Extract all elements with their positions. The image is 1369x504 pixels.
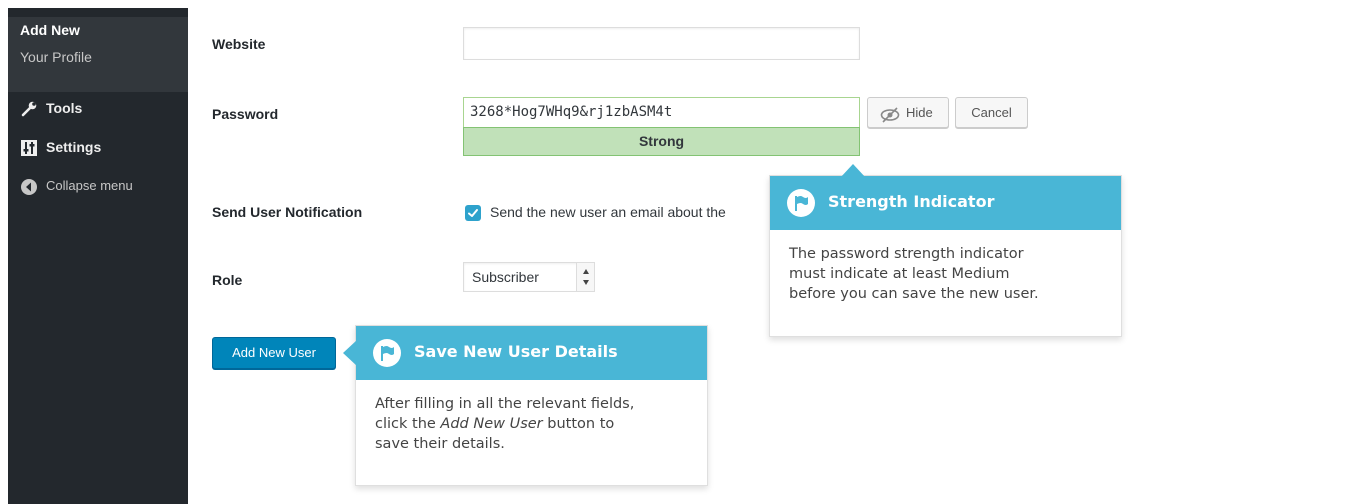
strength-indicator-pointer: Strength Indicator The password strength… (769, 164, 1122, 337)
role-select[interactable]: Subscriber (463, 262, 595, 292)
submenu-add-new[interactable]: Add New (20, 22, 80, 38)
pointer-text-line: click the Add New User button to (375, 414, 688, 434)
flag-icon (787, 189, 815, 217)
notification-label: Send User Notification (212, 204, 363, 220)
wrench-icon (20, 100, 38, 118)
collapse-icon (20, 178, 38, 196)
pointer-text-line: must indicate at least Medium (789, 266, 1010, 282)
notification-checkbox[interactable] (465, 205, 481, 221)
sidebar-item-label: Collapse menu (46, 178, 133, 193)
checkmark-icon (468, 209, 478, 217)
pointer-title: Save New User Details (414, 342, 618, 361)
eye-slash-icon (880, 104, 900, 123)
role-select-value: Subscriber (472, 269, 539, 285)
settings-icon (20, 139, 38, 157)
hide-password-button[interactable]: Hide (867, 97, 949, 128)
password-label: Password (212, 106, 279, 122)
notification-checkbox-label: Send the new user an email about the (490, 204, 726, 220)
cancel-password-button[interactable]: Cancel (955, 97, 1028, 128)
submenu-your-profile[interactable]: Your Profile (20, 49, 92, 65)
pointer-body: After filling in all the relevant fields… (375, 394, 688, 454)
save-user-pointer: Save New User Details After filling in a… (343, 325, 708, 486)
pointer-text-fragment: click the (375, 416, 441, 432)
pointer-body: The password strength indicator must ind… (789, 244, 1102, 304)
pointer-text-line: save their details. (375, 436, 505, 452)
password-strength-meter: Strong (463, 127, 860, 156)
pointer-text-line: The password strength indicator (789, 246, 1024, 262)
pointer-text-fragment: button to (542, 416, 615, 432)
hide-button-label: Hide (906, 105, 933, 120)
website-input[interactable] (463, 27, 860, 60)
sidebar-collapse-menu[interactable]: Collapse menu (8, 170, 188, 204)
page: Add New Your Profile Tools Settings Coll… (0, 0, 1369, 504)
dropdown-arrow-icon (576, 263, 594, 291)
pointer-header: Save New User Details (356, 326, 707, 380)
add-new-user-button[interactable]: Add New User (212, 337, 336, 369)
pointer-text-line: before you can save the new user. (789, 286, 1039, 302)
sidebar-item-label: Tools (46, 100, 83, 116)
pointer-header: Strength Indicator (770, 176, 1121, 230)
sidebar-item-tools[interactable]: Tools (8, 92, 188, 126)
sidebar-item-settings[interactable]: Settings (8, 131, 188, 165)
role-label: Role (212, 272, 243, 288)
website-label: Website (212, 36, 266, 52)
password-input[interactable]: 3268*Hog7WHq9&rj1zbASM4t (463, 97, 860, 128)
sidebar-item-label: Settings (46, 139, 102, 155)
pointer-arrow-icon (343, 340, 357, 366)
flag-icon (373, 339, 401, 367)
pointer-title: Strength Indicator (828, 192, 995, 211)
users-submenu: Add New Your Profile (8, 17, 188, 92)
admin-sidebar: Add New Your Profile Tools Settings Coll… (8, 8, 188, 504)
pointer-text-emphasis: Add New User (440, 416, 543, 432)
pointer-text-line: After filling in all the relevant fields… (375, 396, 635, 412)
